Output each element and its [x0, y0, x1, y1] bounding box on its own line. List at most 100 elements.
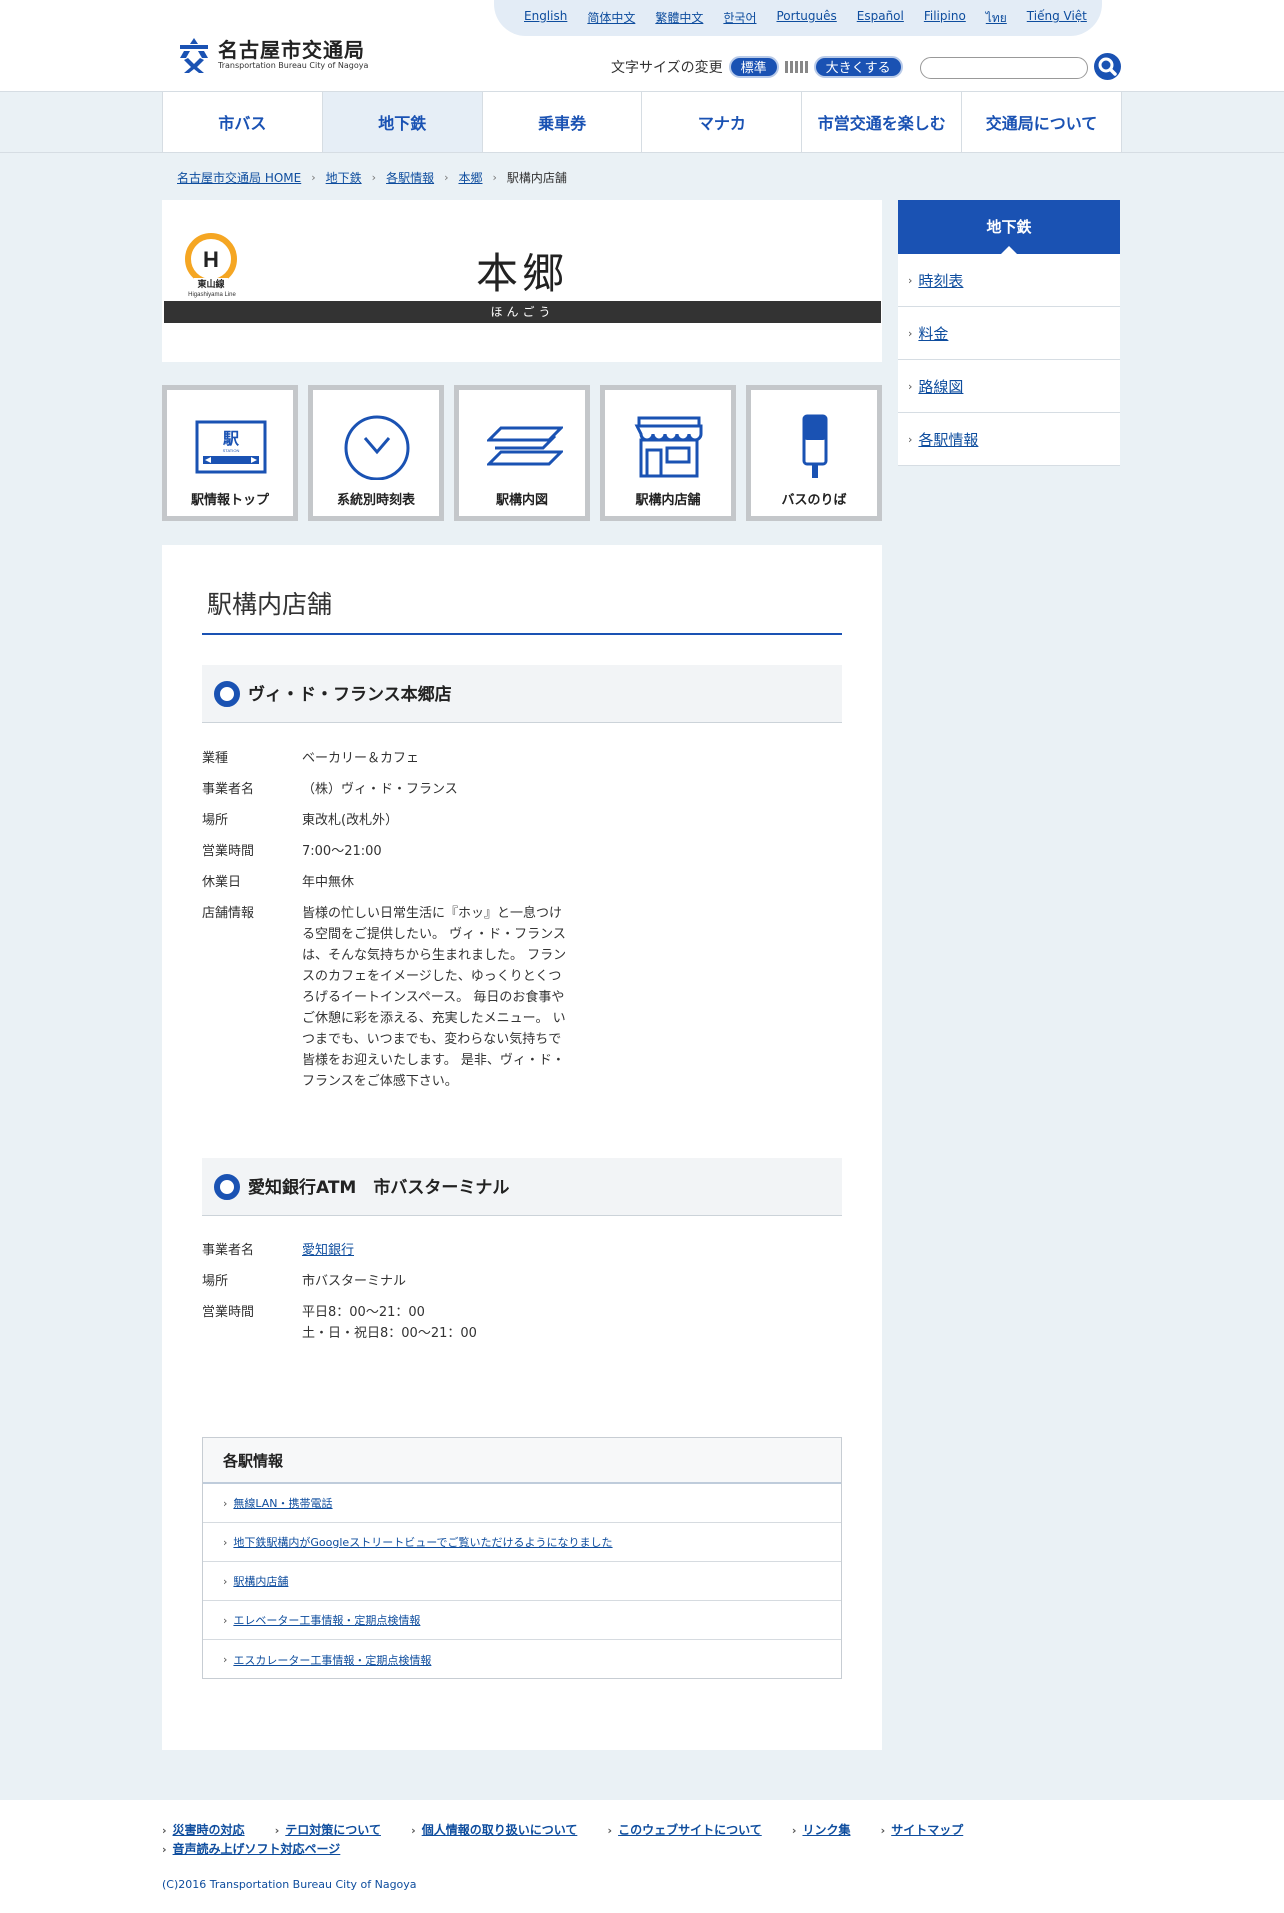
detail-row: 営業時間 平日8：00～21：00: [202, 1302, 574, 1323]
search-input[interactable]: [920, 57, 1088, 79]
copyright: (C)2016 Transportation Bureau City of Na…: [162, 1878, 417, 1891]
station-kana: ほんごう: [164, 301, 881, 323]
floor-layers-icon: [487, 426, 563, 466]
nav-item-enjoy[interactable]: 市営交通を楽しむ: [802, 92, 963, 152]
main-content: 駅構内店舗 ヴィ・ド・フランス本郷店 業種 ベーカリー＆カフェ 事業者名 （株）…: [162, 545, 882, 1750]
chevron-right-icon: ›: [162, 1843, 167, 1856]
detail-key: 事業者名: [202, 1243, 255, 1258]
breadcrumb-station-link[interactable]: 本郷: [458, 169, 482, 186]
shop-name: ヴィ・ド・フランス本郷店: [248, 685, 452, 705]
station-shops-button[interactable]: 駅構内店舗: [600, 385, 736, 521]
font-size-label: 文字サイズの変更: [611, 60, 723, 76]
footer-sitemap-link[interactable]: サイトマップ: [891, 1823, 963, 1837]
site-footer: › 災害時の対応 › テロ対策について › 個人情報の取り扱いについて › このウェブサ…: [0, 1800, 1284, 1913]
lang-zh-cn-link[interactable]: 简体中文: [587, 9, 635, 28]
lang-zh-tw-link[interactable]: 繁體中文: [655, 9, 703, 28]
detail-value: 皆様の忙しい日常生活に『ホッ』と一息つける空間をご提供したい。 ヴィ・ド・フラン…: [302, 906, 567, 1089]
footer-links-link[interactable]: リンク集: [802, 1823, 850, 1837]
detail-row: 場所 市バスターミナル: [202, 1271, 574, 1292]
escalator-info-link[interactable]: エスカレーター工事情報・定期点検情報: [233, 1652, 431, 1668]
station-menu: 駅 STATION 駅情報トップ 系統別時刻表 駅構内図 駅構内店舗 バスのりば: [162, 385, 882, 521]
streetview-info-link[interactable]: 地下鉄駅構内がGoogleストリートビューでご覧いただけるようになりました: [233, 1534, 612, 1550]
lang-filipino-link[interactable]: Filipino: [924, 9, 966, 28]
sidebar-item-route-map[interactable]: › 路線図: [898, 360, 1120, 413]
svg-text:STATION: STATION: [223, 448, 240, 453]
nav-item-subway[interactable]: 地下鉄: [322, 92, 483, 152]
nav-item-tickets[interactable]: 乗車券: [483, 92, 643, 152]
station-info-links-box: 各駅情報 › 無線LAN・携帯電話 › 地下鉄駅構内がGoogleストリートビュ…: [202, 1437, 842, 1679]
station-shops-link[interactable]: 駅構内店舗: [233, 1573, 288, 1589]
nav-item-manaca[interactable]: マナカ: [642, 92, 803, 152]
sidebar-item-fares[interactable]: › 料金: [898, 307, 1120, 360]
bus-stop-button[interactable]: バスのりば: [746, 385, 882, 521]
detail-row: 場所 東改札(改札外）: [202, 810, 574, 831]
footer-terror-link[interactable]: テロ対策について: [285, 1823, 381, 1837]
lang-korean-link[interactable]: 한국어: [723, 9, 756, 28]
station-header: H 東山線 Higashiyama Line 本郷 ほんごう: [162, 200, 882, 362]
detail-key: 休業日: [202, 875, 242, 890]
main-navigation: 市バス 地下鉄 乗車券 マナカ 市営交通を楽しむ 交通局について: [162, 92, 1122, 152]
nav-divider: [0, 152, 1284, 153]
detail-value: 7:00～21:00: [302, 844, 382, 859]
detail-key: 営業時間: [202, 844, 255, 859]
station-info-box-title: 各駅情報: [203, 1438, 841, 1484]
sidebar-item-stations[interactable]: › 各駅情報: [898, 413, 1120, 466]
chevron-right-icon: ›: [371, 171, 377, 184]
detail-row: 休業日 年中無休: [202, 872, 574, 893]
station-top-button[interactable]: 駅 STATION 駅情報トップ: [162, 385, 298, 521]
footer-about-site-link[interactable]: このウェブサイトについて: [618, 1823, 762, 1837]
bus-stop-sign-icon: [802, 414, 828, 478]
lang-spanish-link[interactable]: Español: [857, 9, 904, 28]
elevator-info-link[interactable]: エレベーター工事情報・定期点検情報: [233, 1612, 420, 1628]
logo-english-name: Transportation Bureau City of Nagoya: [218, 61, 369, 70]
sidebar-item-label[interactable]: 各駅情報: [918, 429, 978, 450]
shop-details: 業種 ベーカリー＆カフェ 事業者名 （株）ヴィ・ド・フランス 場所 東改札(改札…: [202, 748, 574, 1102]
nav-item-city-bus[interactable]: 市バス: [163, 92, 323, 152]
shop-name: 愛知銀行ATM 市バスターミナル: [248, 1178, 510, 1198]
wifi-info-link[interactable]: 無線LAN・携帯電話: [233, 1495, 332, 1511]
font-standard-button[interactable]: 標準: [728, 56, 779, 78]
detail-key: 場所: [202, 813, 229, 828]
site-header: English 简体中文 繁體中文 한국어 Português Español …: [0, 0, 1284, 92]
footer-privacy-link[interactable]: 個人情報の取り扱いについて: [422, 1823, 578, 1837]
breadcrumb-home-link[interactable]: 名古屋市交通局 HOME: [177, 169, 301, 186]
search-icon: [1098, 57, 1117, 76]
chevron-right-icon: ›: [908, 379, 913, 393]
sidebar-item-timetable[interactable]: › 時刻表: [898, 254, 1120, 307]
chevron-right-icon: ›: [444, 171, 449, 184]
station-shops-label: 駅構内店舗: [635, 493, 701, 508]
chevron-right-icon: ›: [274, 1824, 280, 1837]
chevron-right-icon: ›: [162, 1824, 167, 1837]
shop-details: 事業者名 愛知銀行 場所 市バスターミナル 営業時間 平日8：00～21：00 …: [202, 1240, 574, 1354]
chevron-right-icon: ›: [607, 1824, 613, 1837]
sidebar-menu: 地下鉄 › 時刻表 › 料金 › 路線図 › 各駅情報: [898, 200, 1120, 466]
breadcrumb-stations-link[interactable]: 各駅情報: [386, 169, 434, 186]
lang-english-link[interactable]: English: [524, 9, 567, 28]
sidebar-item-label[interactable]: 時刻表: [918, 270, 963, 291]
search-button[interactable]: [1094, 53, 1121, 80]
station-sign-icon: 駅 STATION: [195, 420, 267, 474]
font-large-button[interactable]: 大きくする: [813, 56, 903, 78]
timetable-button[interactable]: 系統別時刻表: [308, 385, 444, 521]
detail-value: （株）ヴィ・ド・フランス: [302, 782, 458, 797]
lang-portuguese-link[interactable]: Português: [777, 9, 837, 28]
breadcrumb-subway-link[interactable]: 地下鉄: [326, 169, 362, 186]
lang-thai-link[interactable]: ไทย: [986, 9, 1007, 28]
chevron-right-icon: ›: [223, 1613, 228, 1627]
sidebar-title-text: 地下鉄: [986, 218, 1032, 236]
chevron-right-icon: ›: [880, 1824, 886, 1837]
footer-disaster-link[interactable]: 災害時の対応: [173, 1823, 245, 1837]
site-logo[interactable]: 名古屋市交通局 Transportation Bureau City of Na…: [176, 36, 368, 74]
aichi-bank-link[interactable]: 愛知銀行: [302, 1243, 354, 1258]
chevron-right-icon: ›: [311, 171, 316, 184]
detail-key: 事業者名: [202, 782, 255, 797]
sidebar-item-label[interactable]: 料金: [918, 323, 948, 344]
station-map-button[interactable]: 駅構内図: [454, 385, 590, 521]
nav-item-about[interactable]: 交通局について: [962, 92, 1122, 152]
chevron-right-icon: ›: [223, 1496, 228, 1510]
station-name: 本郷: [475, 249, 568, 298]
footer-screen-reader-link[interactable]: 音声読み上げソフト対応ページ: [173, 1842, 341, 1856]
detail-row: 事業者名 愛知銀行: [202, 1240, 574, 1261]
sidebar-item-label[interactable]: 路線図: [918, 376, 963, 397]
lang-vietnamese-link[interactable]: Tiếng Việt: [1027, 9, 1087, 28]
